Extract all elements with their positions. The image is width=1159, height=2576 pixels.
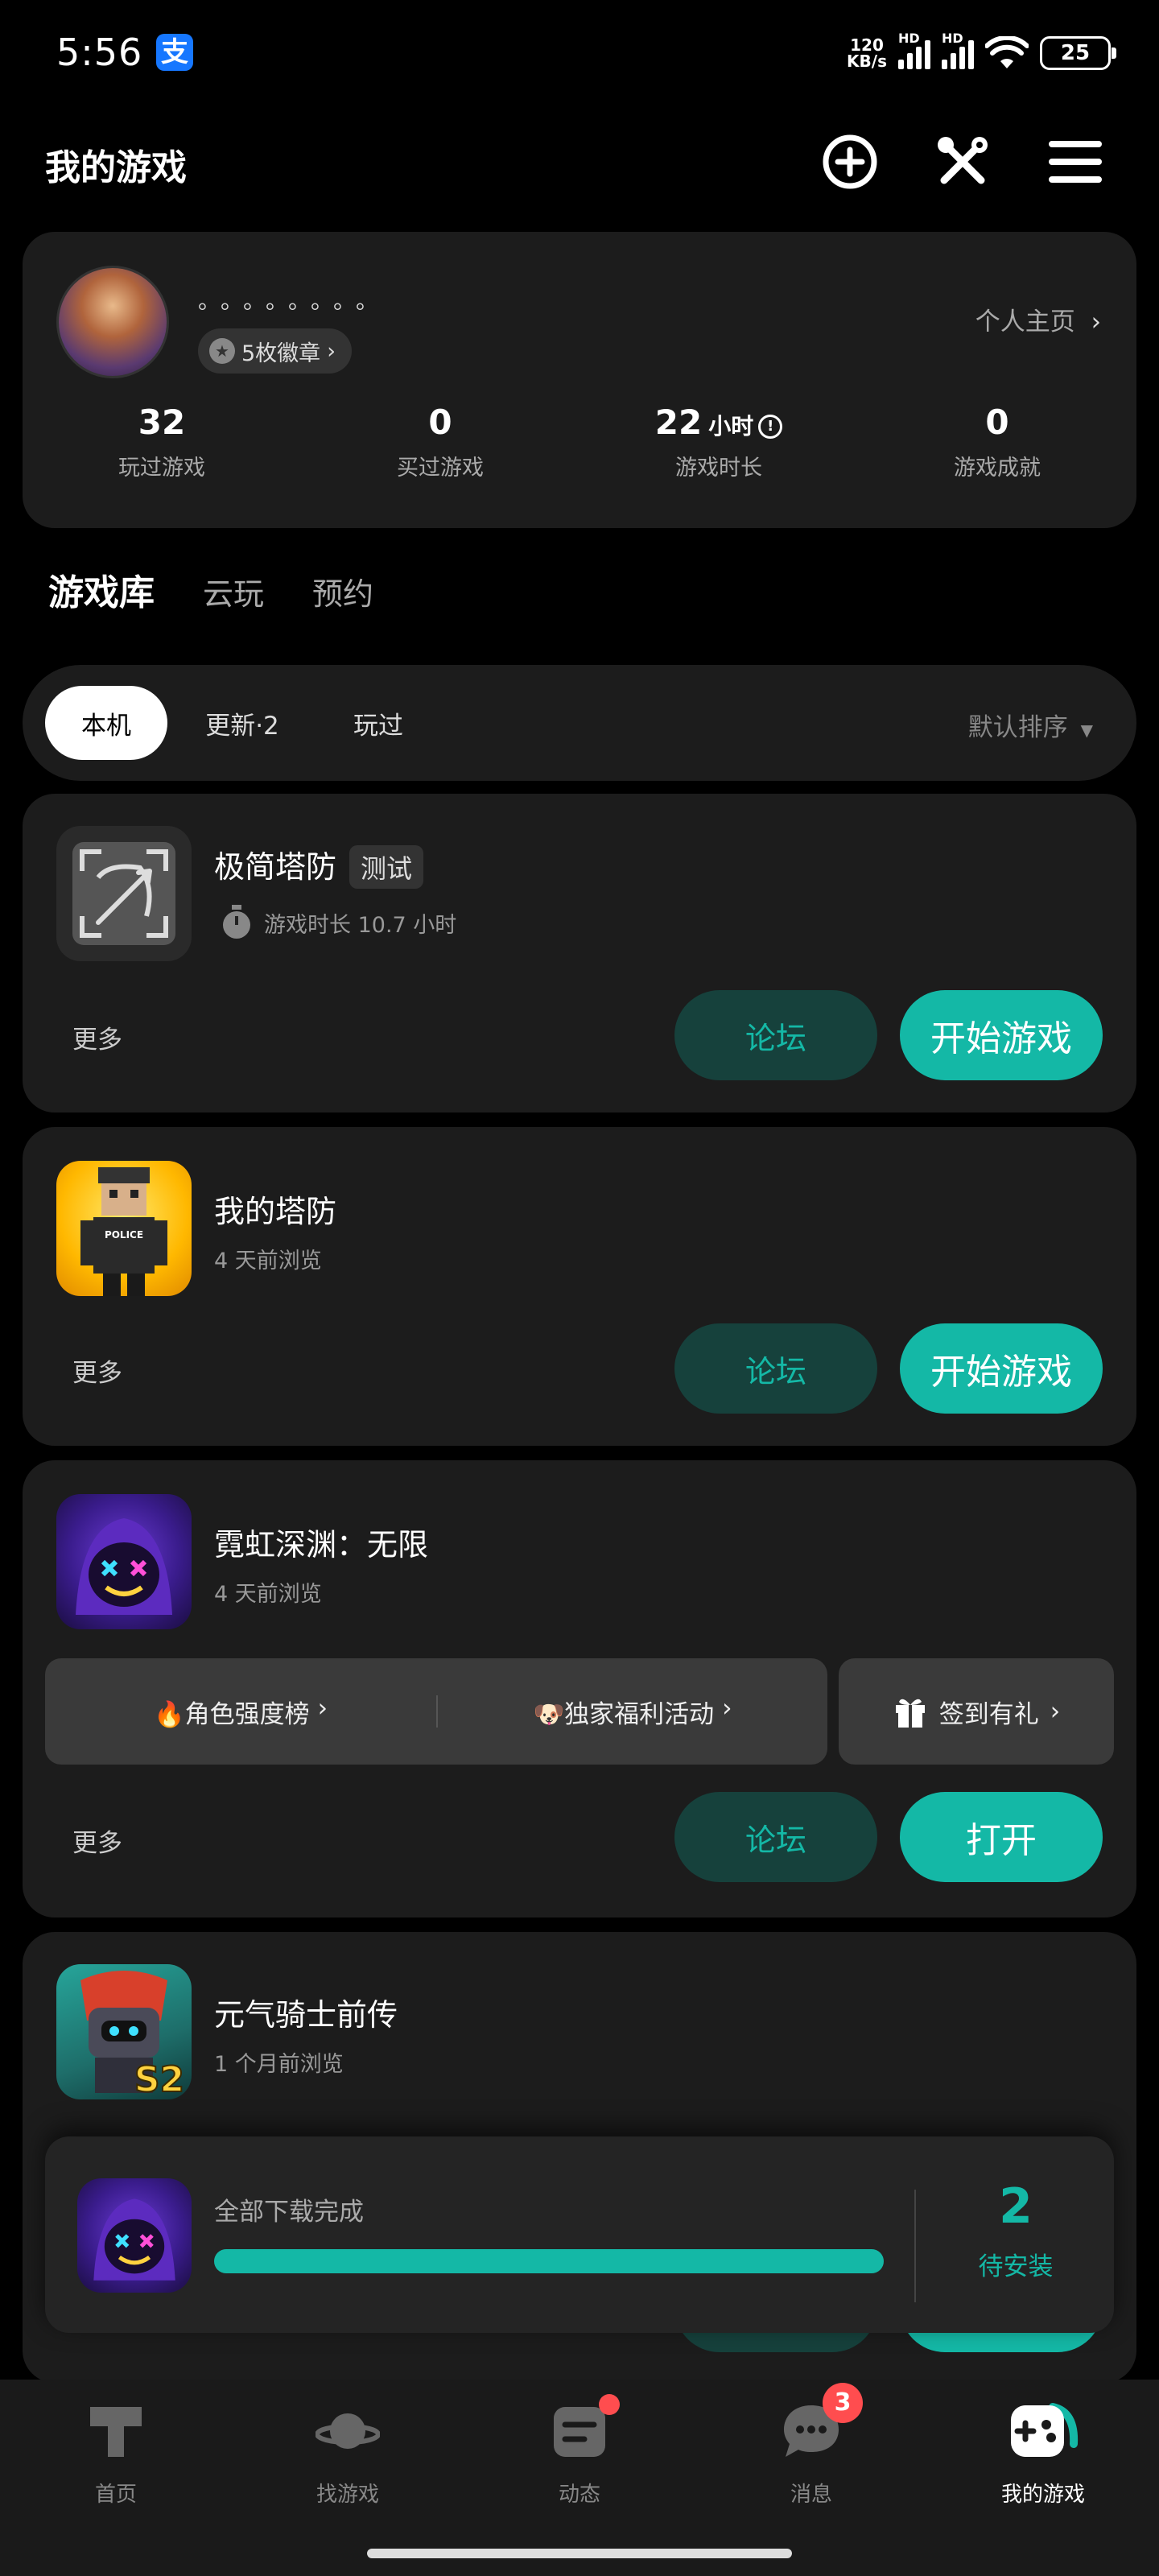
signal-icon-2: HD [942,31,974,69]
profile-card [23,232,1136,528]
promo-bar: 🔥角色强度榜 › 🐶独家福利活动 › [45,1658,827,1765]
menu-button[interactable] [1046,133,1104,191]
nickname: 。。。。。。。。 [198,287,390,314]
pending-install-label: 待安装 [978,2252,1054,2281]
network-speed: 120 KB/s [847,35,887,71]
hamburger-menu-icon [1049,141,1102,183]
svg-text:S2: S2 [134,2059,184,2099]
badge-button[interactable]: ★ 5枚徽章 › [198,328,352,374]
battery-icon: 25 [1040,36,1116,70]
more-button[interactable]: 更多 [72,1823,122,1859]
page-title: 我的游戏 [45,147,187,188]
forum-button[interactable]: 论坛 [674,990,877,1080]
caret-down-icon: ▼ [1080,720,1093,740]
stopwatch-icon [223,905,250,939]
game-last-viewed: 4 天前浏览 [214,1249,322,1274]
message-count-badge: 3 [823,2383,863,2423]
game-icon[interactable]: POLICE [56,1161,192,1296]
neon-abyss-icon [76,1518,172,1615]
gamepad-icon [1011,2403,1079,2457]
sort-dropdown[interactable]: 默认排序 ▼ [968,707,1093,743]
open-game-button[interactable]: 打开 [900,1792,1103,1882]
nav-discover[interactable]: 找游戏 [232,2399,464,2508]
stat-achievements[interactable]: 0 游戏成就 [858,402,1136,481]
alipay-notification-icon: 支 [156,34,193,71]
forum-button[interactable]: 论坛 [674,1792,877,1882]
nav-feed[interactable]: 动态 [464,2394,695,2508]
chevron-right-icon: › [327,338,336,364]
plus-circle-icon [823,134,877,189]
stat-played[interactable]: 32 玩过游戏 [23,402,301,481]
tab-reservations[interactable]: 预约 [312,569,373,613]
neon-abyss-icon [93,2198,175,2281]
planet-icon [315,2413,381,2449]
game-icon[interactable] [56,1494,192,1629]
filter-local[interactable]: 本机 [45,686,167,760]
filter-played[interactable]: 玩过 [338,686,419,760]
chevron-right-icon: › [1091,308,1101,336]
chevron-right-icon: › [317,1693,328,1723]
profile-page-link[interactable]: 个人主页 › [975,301,1101,337]
more-button[interactable]: 更多 [72,1019,122,1055]
svg-text:POLICE: POLICE [105,1229,143,1241]
promo-character-ranking[interactable]: 🔥角色强度榜 › [45,1694,436,1730]
add-game-button[interactable] [821,133,879,191]
avatar[interactable] [56,266,169,378]
home-indicator [367,2549,792,2558]
medal-icon: ★ [209,338,235,364]
chevron-right-icon: › [722,1693,732,1723]
start-game-button[interactable]: 开始游戏 [900,1323,1103,1414]
info-icon[interactable]: ! [758,415,783,439]
game-icon[interactable]: S2 [56,1964,192,2099]
stat-playtime[interactable]: 22 小时! 游戏时长 [580,402,858,481]
download-status: 全部下载完成 [214,2198,364,2227]
stat-bought[interactable]: 0 买过游戏 [301,402,580,481]
library-tabs: 游戏库 云玩 预约 [48,564,373,620]
divider [914,2190,916,2302]
police-character-icon: POLICE [80,1167,167,1296]
download-game-icon [77,2178,192,2293]
signal-icon: HD [898,31,930,69]
game-last-viewed: 4 天前浏览 [214,1582,322,1607]
notification-dot [599,2394,620,2415]
soul-knight-icon: S2 [80,1971,185,2099]
game-title: 极简塔防 [214,849,337,885]
filter-updates[interactable]: 更新·2 [190,686,295,760]
tab-cloud-play[interactable]: 云玩 [203,569,264,613]
game-last-viewed: 1 个月前浏览 [214,2052,344,2077]
chevron-right-icon: › [1050,1697,1061,1726]
pending-install-count: 2 [999,2178,1033,2235]
start-game-button[interactable]: 开始游戏 [900,990,1103,1080]
more-button[interactable]: 更多 [72,1352,122,1389]
badge-label: 5枚徽章 [241,341,321,366]
game-playtime: 游戏时长 10.7 小时 [264,912,457,938]
home-icon [90,2407,142,2457]
wifi-icon [985,36,1029,68]
tools-icon [938,137,988,184]
pending-install-button[interactable]: 2 待安装 [918,2178,1114,2282]
test-tag: 测试 [349,845,424,889]
nav-my-games[interactable]: 我的游戏 [927,2399,1159,2508]
nav-messages[interactable]: 3 消息 [695,2383,927,2508]
status-time: 5:56 [56,31,143,74]
profile-page-label: 个人主页 [975,308,1075,336]
game-icon[interactable] [56,826,192,961]
checkin-gift-button[interactable]: 签到有礼 › [839,1658,1114,1765]
promo-exclusive-event[interactable]: 🐶独家福利活动 › [438,1694,827,1730]
bow-arrow-icon [72,842,175,945]
game-title: 我的塔防 [214,1194,337,1229]
game-title: 霓虹深渊：无限 [214,1527,429,1563]
forum-button[interactable]: 论坛 [674,1323,877,1414]
download-progress-bar [214,2249,884,2273]
nav-home[interactable]: 首页 [0,2399,232,2508]
tools-button[interactable] [934,133,992,191]
sort-label: 默认排序 [967,713,1068,742]
tab-game-library[interactable]: 游戏库 [48,564,155,620]
gift-icon [895,1699,925,1728]
game-title: 元气骑士前传 [214,1997,398,2033]
status-indicators: 120 KB/s HD HD 25 [847,31,1116,76]
status-bar: 5:56 支 120 KB/s HD HD 25 [0,0,1159,105]
